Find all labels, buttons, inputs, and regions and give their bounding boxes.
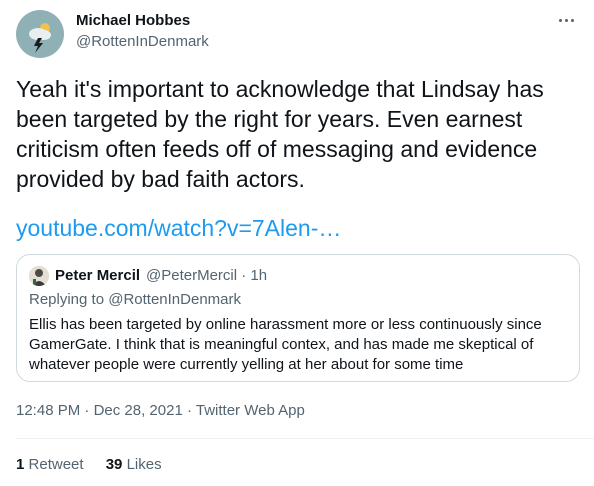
divider — [16, 438, 594, 439]
quoted-meta: @PeterMercil · 1h — [146, 267, 267, 284]
likes-stat[interactable]: 39 Likes — [106, 456, 162, 473]
meta-separator: · — [241, 267, 247, 284]
quoted-time[interactable]: 1h — [250, 267, 267, 284]
author-handle[interactable]: @RottenInDenmark — [76, 33, 209, 50]
retweets-count: 1 — [16, 456, 25, 473]
tweet-source[interactable]: Twitter Web App — [196, 402, 305, 419]
replying-prefix: Replying to — [29, 291, 105, 308]
more-dots-icon[interactable] — [552, 10, 580, 30]
quoted-author-name[interactable]: Peter Mercil — [55, 267, 140, 284]
storm-cloud-icon — [29, 23, 51, 53]
retweets-stat[interactable]: 1 Retweet — [16, 456, 88, 473]
quoted-author-handle[interactable]: @PeterMercil — [146, 267, 237, 284]
quoted-tweet[interactable]: Peter Mercil @PeterMercil · 1h Replying … — [16, 254, 580, 382]
author-name[interactable]: Michael Hobbes — [76, 12, 190, 29]
tweet-date[interactable]: Dec 28, 2021 — [94, 402, 183, 419]
meta-separator: · — [186, 402, 192, 419]
likes-label: Likes — [126, 456, 162, 473]
tweet-meta: 12:48 PM · Dec 28, 2021 · Twitter Web Ap… — [16, 402, 305, 419]
quoted-avatar[interactable] — [29, 266, 49, 286]
likes-count: 39 — [105, 456, 123, 473]
replying-to-handle[interactable]: @RottenInDenmark — [108, 291, 241, 308]
retweets-label: Retweet — [28, 456, 84, 473]
person-icon — [29, 266, 49, 286]
avatar[interactable] — [16, 10, 64, 58]
tweet-link[interactable]: youtube.com/watch?v=7Alen-… — [16, 213, 341, 243]
quoted-text: Ellis has been targeted by online harass… — [29, 316, 542, 373]
replying-to: Replying to @RottenInDenmark — [29, 291, 241, 308]
meta-separator: · — [84, 402, 90, 419]
tweet-time[interactable]: 12:48 PM — [16, 402, 80, 419]
tweet-text: Yeah it's important to acknowledge that … — [16, 76, 544, 192]
tweet-stats: 1 Retweet 39 Likes — [16, 456, 180, 473]
